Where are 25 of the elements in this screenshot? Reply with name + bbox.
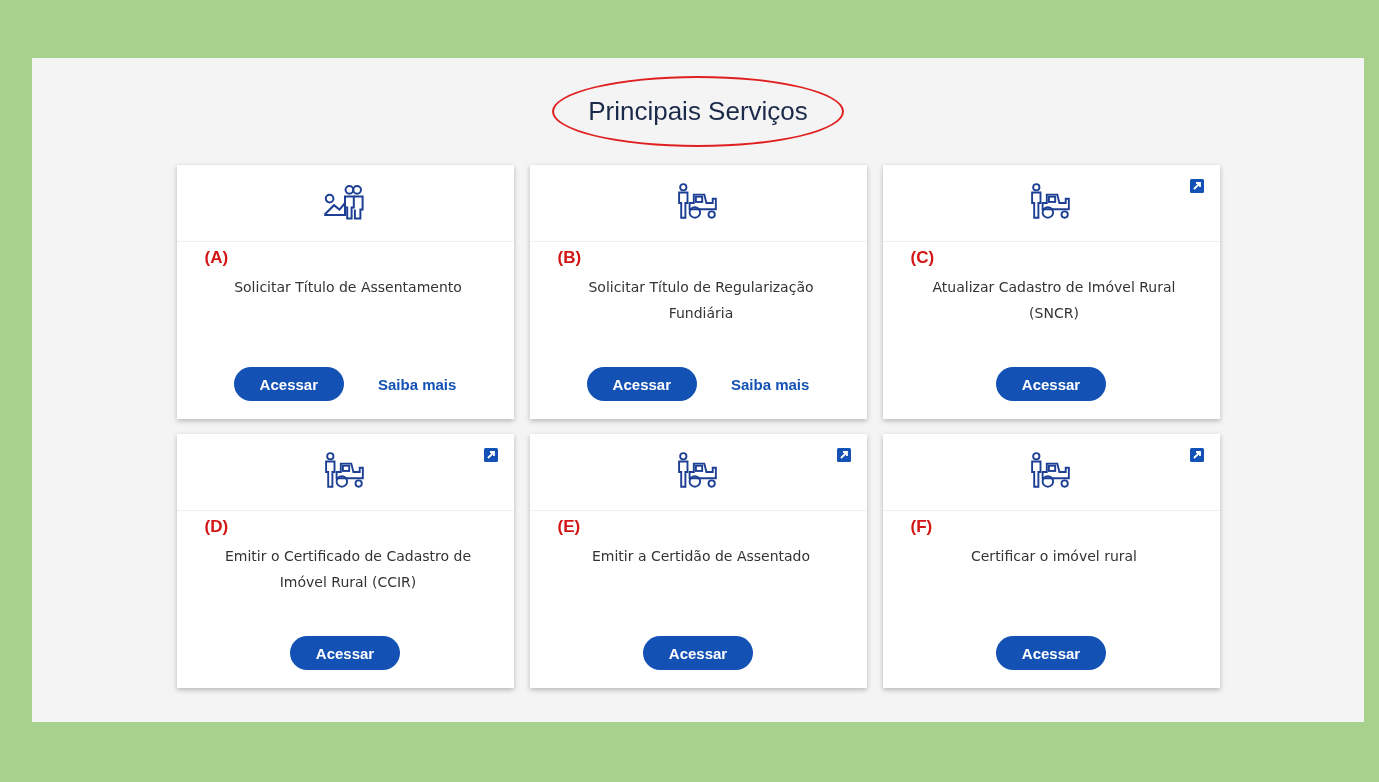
section-title: Principais Serviços [552, 76, 844, 147]
service-title: Solicitar Título de Regularização Fundiária [587, 278, 815, 323]
service-title: Emitir o Certificado de Cadastro de Imóvel Rural (CCIR) [224, 547, 472, 592]
access-button[interactable]: Acessar [995, 367, 1107, 401]
access-button[interactable]: Acessar [233, 367, 344, 401]
card-marker: (C) [910, 248, 936, 268]
external-link-icon[interactable] [1189, 179, 1204, 193]
service-title: Certificar o imóvel rural [970, 547, 1138, 566]
card-marker: (B) [557, 248, 583, 268]
service-title: Emitir a Certidão de Assentado [590, 547, 812, 566]
learn-more-link[interactable]: Saiba mais [731, 375, 810, 393]
card-marker: (D) [204, 517, 230, 537]
learn-more-link[interactable]: Saiba mais [378, 375, 457, 393]
service-title: Solicitar Título de Assentamento [233, 278, 463, 297]
access-button[interactable]: Acessar [586, 367, 697, 401]
external-link-icon[interactable] [1189, 448, 1204, 462]
card-marker: (E) [557, 517, 582, 537]
service-title: Atualizar Cadastro de Imóvel Rural (SNCR) [931, 278, 1177, 323]
access-button[interactable]: Acessar [642, 636, 754, 670]
access-button[interactable]: Acessar [289, 636, 401, 670]
card-marker: (F) [910, 517, 934, 537]
external-link-icon[interactable] [483, 448, 498, 462]
access-button[interactable]: Acessar [995, 636, 1107, 670]
card-marker: (A) [204, 248, 230, 268]
external-link-icon[interactable] [836, 448, 851, 462]
